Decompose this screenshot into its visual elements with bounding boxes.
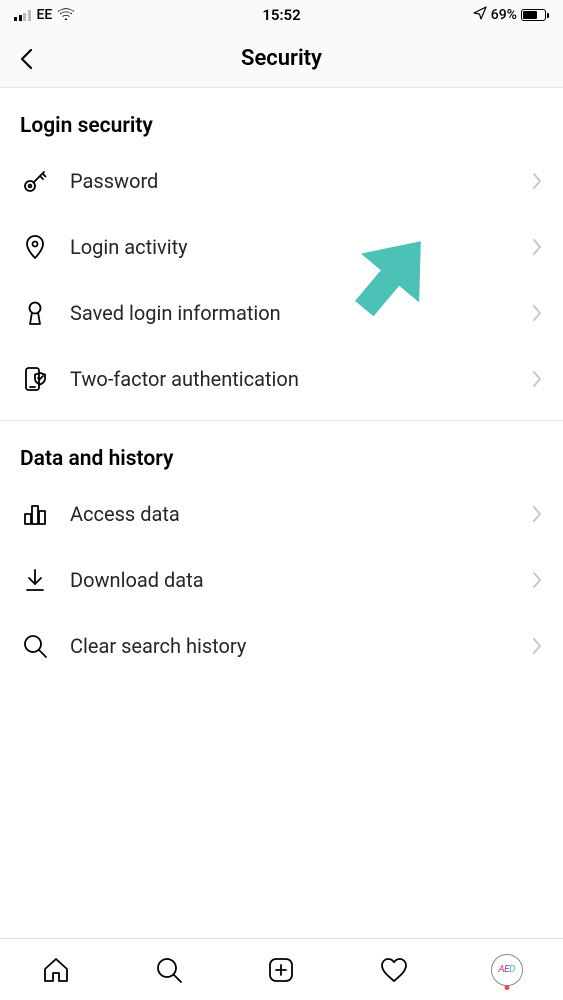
section-header-login-security: Login security [0, 88, 563, 148]
home-icon [41, 955, 71, 985]
chevron-left-icon [18, 48, 36, 70]
list-item-label: Clear search history [70, 634, 511, 658]
list-item-two-factor[interactable]: Two-factor authentication [0, 346, 563, 412]
page-title: Security [241, 46, 322, 71]
search-icon [154, 955, 184, 985]
list-item-label: Login activity [70, 235, 511, 259]
key-icon [20, 166, 50, 196]
tab-search[interactable] [147, 948, 191, 992]
list-item-password[interactable]: Password [0, 148, 563, 214]
carrier-label: EE [37, 7, 53, 23]
wifi-icon [58, 6, 74, 24]
list-item-access-data[interactable]: Access data [0, 481, 563, 547]
chevron-right-icon [531, 238, 543, 256]
tab-create[interactable] [259, 948, 303, 992]
list-item-label: Password [70, 169, 511, 193]
section-header-data-history: Data and history [0, 421, 563, 481]
list-item-download-data[interactable]: Download data [0, 547, 563, 613]
avatar-icon: AED [491, 954, 523, 986]
notification-dot-icon [504, 985, 509, 990]
tab-profile[interactable]: AED [485, 948, 529, 992]
tab-bar: AED [0, 938, 563, 1000]
chevron-right-icon [531, 637, 543, 655]
keyhole-icon [20, 298, 50, 328]
list-item-login-activity[interactable]: Login activity [0, 214, 563, 280]
download-icon [20, 565, 50, 595]
list-item-saved-login[interactable]: Saved login information [0, 280, 563, 346]
battery-percent-label: 69% [491, 7, 517, 23]
status-right: 69% [473, 6, 549, 24]
chevron-right-icon [531, 304, 543, 322]
plus-box-icon [266, 955, 296, 985]
magnifier-icon [20, 631, 50, 661]
chevron-right-icon [531, 571, 543, 589]
list-item-label: Download data [70, 568, 511, 592]
phone-shield-icon [20, 364, 50, 394]
location-arrow-icon [473, 6, 487, 24]
heart-icon [379, 955, 409, 985]
list-item-label: Saved login information [70, 301, 511, 325]
status-left: EE [14, 6, 74, 24]
list-item-label: Access data [70, 502, 511, 526]
chevron-right-icon [531, 505, 543, 523]
location-pin-icon [20, 232, 50, 262]
chevron-right-icon [531, 172, 543, 190]
list-item-label: Two-factor authentication [70, 367, 511, 391]
list-item-clear-search[interactable]: Clear search history [0, 613, 563, 679]
back-button[interactable] [12, 42, 42, 76]
battery-fill [523, 11, 537, 19]
tab-home[interactable] [34, 948, 78, 992]
chevron-right-icon [531, 370, 543, 388]
status-bar: EE 15:52 69% [0, 0, 563, 30]
battery-icon [521, 9, 549, 21]
bar-chart-icon [20, 499, 50, 529]
signal-bars-icon [14, 10, 31, 21]
nav-header: Security [0, 30, 563, 88]
tab-activity[interactable] [372, 948, 416, 992]
clock-label: 15:52 [262, 6, 300, 24]
